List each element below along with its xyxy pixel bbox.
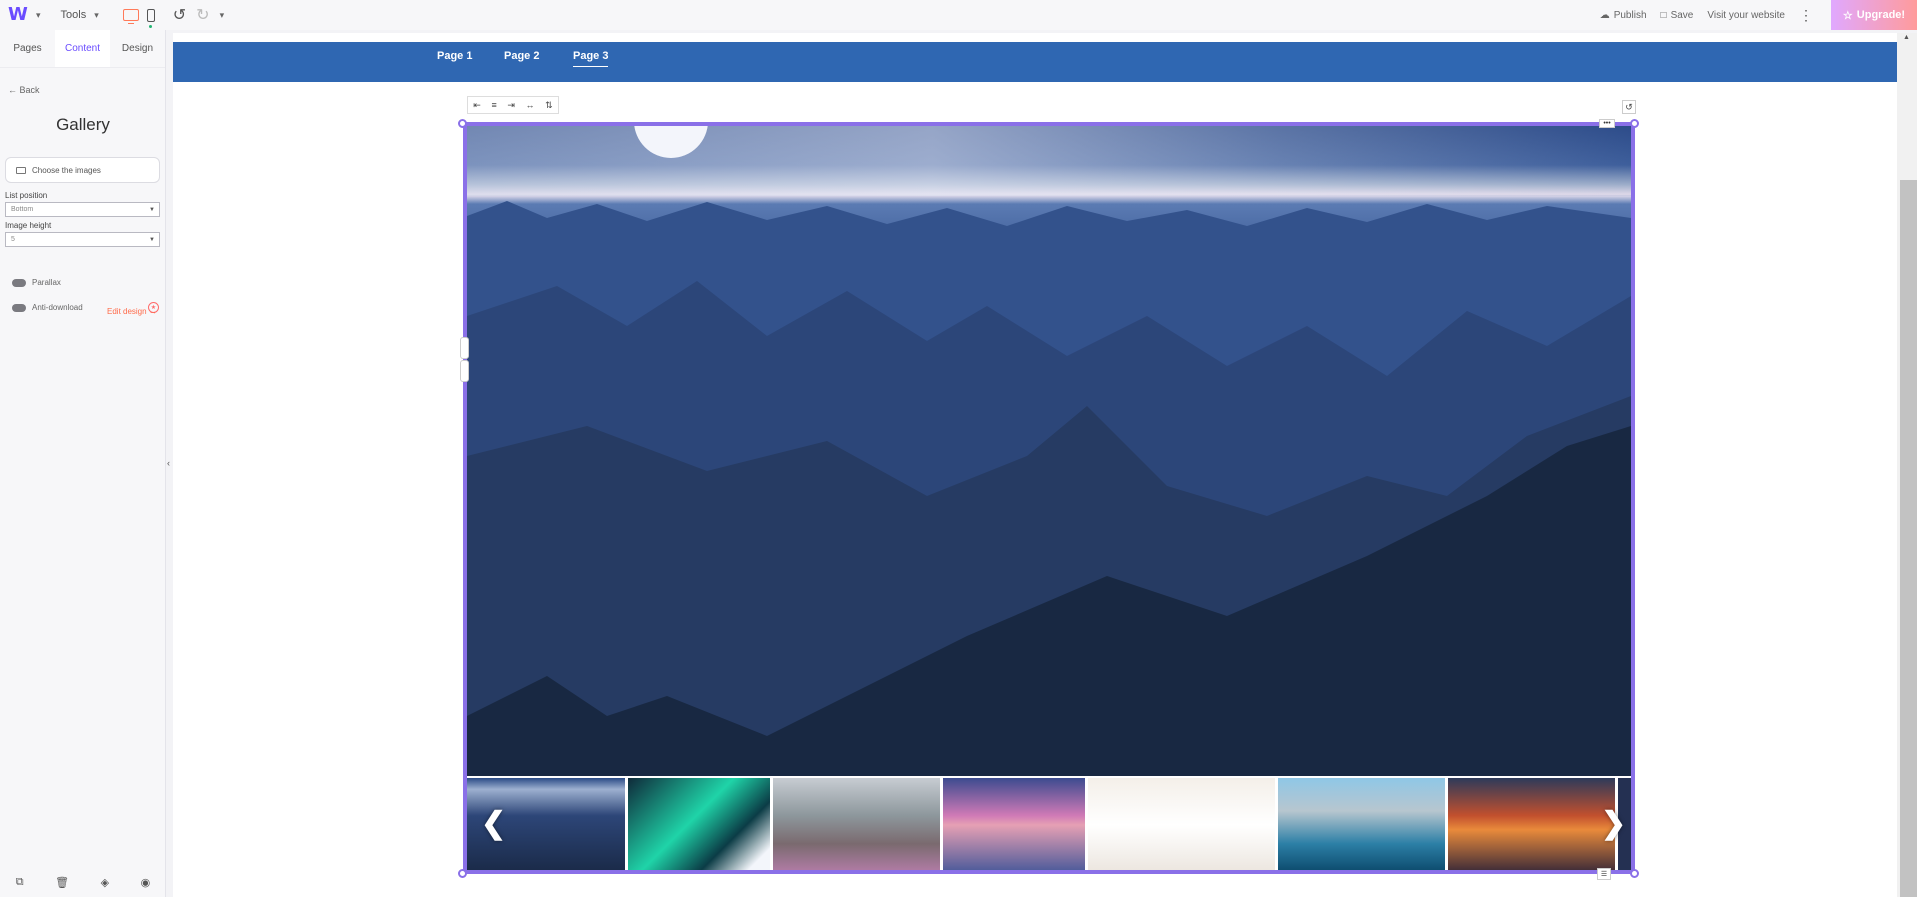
desktop-icon[interactable] <box>122 9 139 24</box>
cloud-upload-icon: ☁ <box>1599 9 1610 21</box>
parallax-label: Parallax <box>32 278 61 287</box>
back-button[interactable]: ← Back <box>8 85 40 95</box>
scroll-up-icon[interactable]: ▲ <box>1903 34 1910 41</box>
arrow-right-icon: → <box>148 307 157 316</box>
duplicate-icon[interactable]: ⧉ <box>16 876 24 889</box>
gallery-block[interactable]: ❮ ❯ <box>463 122 1635 874</box>
layers-icon[interactable]: ◈ <box>101 876 109 889</box>
image-height-label: Image height <box>5 221 52 230</box>
resize-handle[interactable] <box>1630 869 1639 878</box>
align-left-icon[interactable]: ⇤ <box>473 100 481 111</box>
choose-images-label: Choose the images <box>32 165 101 175</box>
image-height-value: 5 <box>11 236 15 243</box>
nav-page-3[interactable]: Page 3 <box>573 50 609 67</box>
tab-design[interactable]: Design <box>110 30 165 67</box>
redo-icon[interactable]: ↻ <box>196 5 209 25</box>
trash-icon[interactable]: 🗑 <box>55 876 69 889</box>
resize-handle[interactable] <box>1630 119 1639 128</box>
more-options-icon[interactable]: ••• <box>1599 119 1615 128</box>
prev-arrow-icon[interactable]: ❮ <box>481 806 506 841</box>
list-position-select[interactable]: Bottom ▼ <box>5 202 160 217</box>
logo-icon[interactable]: W <box>8 6 32 24</box>
align-center-icon[interactable]: ≡ <box>491 100 496 110</box>
undo-icon[interactable]: ↺ <box>173 5 186 25</box>
eye-icon[interactable]: ◉ <box>141 876 151 889</box>
tools-menu[interactable]: Tools ▾ <box>61 9 99 21</box>
sidebar-panel: Pages Content Design ← Back Gallery Choo… <box>0 30 166 897</box>
parallax-toggle[interactable]: Parallax <box>12 278 61 287</box>
scrollbar-thumb[interactable] <box>1900 180 1917 897</box>
mobile-icon[interactable] <box>146 8 155 28</box>
edit-design-link[interactable]: Edit design → <box>107 307 157 316</box>
thumbnail-image[interactable] <box>1278 778 1445 870</box>
resize-handle[interactable] <box>458 119 467 128</box>
align-right-icon[interactable]: ⇥ <box>507 100 515 111</box>
site-navbar: Page 1 Page 2 Page 3 <box>173 42 1897 82</box>
edit-design-label: Edit design <box>107 307 147 316</box>
collapse-sidebar-icon[interactable]: ‹ <box>167 458 170 468</box>
reset-icon[interactable]: ↺ <box>1622 100 1636 114</box>
more-menu-icon[interactable]: ⋮ <box>1799 7 1813 24</box>
save-button[interactable]: □ Save <box>1661 10 1694 21</box>
thumbnail-image[interactable] <box>1448 778 1615 870</box>
upgrade-button[interactable]: ☆ Upgrade! <box>1831 0 1917 30</box>
publish-button[interactable]: ☁ Publish <box>1600 10 1647 21</box>
status-dot <box>148 24 152 28</box>
list-position-value: Bottom <box>11 206 34 213</box>
filter-icon[interactable]: ☰ <box>1597 868 1611 880</box>
next-arrow-icon[interactable]: ❯ <box>1601 806 1626 841</box>
gallery-main-image <box>467 126 1631 776</box>
star-icon: ☆ <box>1842 9 1853 22</box>
nav-page-2[interactable]: Page 2 <box>504 50 539 62</box>
choose-images-button[interactable]: Choose the images <box>5 157 160 183</box>
visit-website-link[interactable]: Visit your website <box>1707 10 1785 21</box>
sidebar-actions: ⧉ 🗑 ◈ ◉ <box>0 876 166 889</box>
thumbnail-image[interactable] <box>1088 778 1275 870</box>
back-label: Back <box>19 85 40 95</box>
full-width-icon[interactable]: ↔ <box>525 100 534 110</box>
upgrade-label: Upgrade! <box>1856 9 1906 21</box>
chevron-down-icon[interactable]: ▾ <box>36 10 41 21</box>
publish-label: Publish <box>1613 9 1647 21</box>
resize-handle[interactable] <box>460 337 469 359</box>
tab-pages[interactable]: Pages <box>0 30 55 67</box>
alignment-toolbar: ⇤ ≡ ⇥ ↔ ⇅ <box>467 96 559 114</box>
arrow-left-icon: ← <box>8 85 17 95</box>
thumbnail-image[interactable] <box>628 778 770 870</box>
resize-handle[interactable] <box>458 869 467 878</box>
resize-handle[interactable] <box>460 360 469 382</box>
top-toolbar: W ▾ Tools ▾ ↺ ↻ ▾ ☁ Publish □ Save Visit… <box>0 0 1917 30</box>
folder-icon <box>16 166 26 174</box>
sort-icon[interactable]: ⇅ <box>545 100 553 111</box>
toggle-switch[interactable] <box>12 278 26 287</box>
tab-content[interactable]: Content <box>55 30 110 67</box>
chevron-down-icon: ▼ <box>149 236 155 243</box>
mountain-silhouette <box>467 201 1631 776</box>
chevron-down-icon[interactable]: ▾ <box>220 10 225 21</box>
thumbnail-image[interactable] <box>943 778 1085 870</box>
thumbnail-image[interactable] <box>773 778 940 870</box>
thumbnail-strip <box>467 778 1631 870</box>
panel-title: Gallery <box>56 115 110 134</box>
anti-download-toggle[interactable]: Anti-download <box>12 303 83 312</box>
save-label: Save <box>1670 9 1694 21</box>
chevron-down-icon: ▼ <box>149 206 155 213</box>
nav-page-1[interactable]: Page 1 <box>437 50 472 62</box>
list-position-label: List position <box>5 191 48 200</box>
chevron-down-icon: ▾ <box>94 9 99 20</box>
anti-download-label: Anti-download <box>32 303 83 312</box>
toggle-switch[interactable] <box>12 303 26 312</box>
tools-label: Tools <box>60 9 87 21</box>
image-height-select[interactable]: 5 ▼ <box>5 232 160 247</box>
sidebar-tabs: Pages Content Design <box>0 30 165 68</box>
floppy-icon: □ <box>1660 9 1667 21</box>
